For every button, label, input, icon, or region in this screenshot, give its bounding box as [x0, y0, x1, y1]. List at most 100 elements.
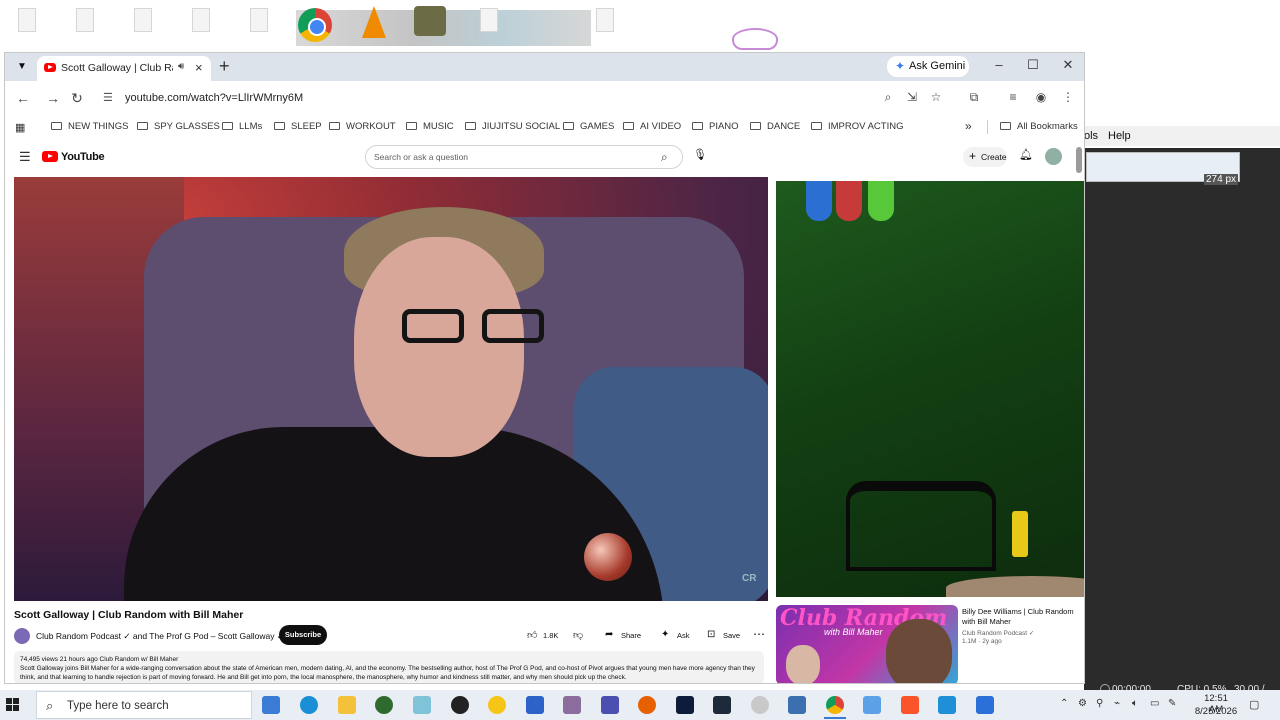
- close-window-icon[interactable]: ✕: [1058, 57, 1078, 73]
- edge-icon[interactable]: [300, 696, 318, 714]
- ask-button[interactable]: ✦ Ask: [661, 625, 695, 645]
- bookmark-folder[interactable]: PIANO: [692, 121, 739, 132]
- tab-youtube[interactable]: Scott Galloway | Club Rand 🔊︎ ×: [37, 56, 211, 81]
- tray-app-icon[interactable]: ⚙: [1078, 698, 1087, 709]
- windows-start-icon[interactable]: [6, 698, 20, 712]
- firefox-icon[interactable]: [638, 696, 656, 714]
- usb-icon[interactable]: ⌁: [1114, 698, 1120, 709]
- profile-icon[interactable]: ◉: [1033, 90, 1049, 104]
- desktop-file-icon[interactable]: [134, 8, 152, 32]
- app-icon[interactable]: [413, 696, 431, 714]
- app-icon[interactable]: [788, 696, 806, 714]
- desktop-file-icon[interactable]: [18, 8, 36, 32]
- forward-icon[interactable]: →: [45, 90, 61, 106]
- apps-grid-icon[interactable]: ▦: [15, 121, 25, 134]
- bookmark-folder[interactable]: SLEEP: [274, 121, 322, 132]
- minimize-icon[interactable]: –: [989, 57, 1009, 72]
- video-player[interactable]: CR: [14, 177, 768, 601]
- app-icon[interactable]: [488, 696, 506, 714]
- maximize-icon[interactable]: ☐: [1023, 57, 1043, 73]
- desktop-file-icon[interactable]: [596, 8, 614, 32]
- task-view-icon[interactable]: [262, 696, 280, 714]
- bookmark-folder[interactable]: NEW THINGS: [51, 121, 129, 132]
- search-input[interactable]: Search or ask a question: [374, 152, 468, 162]
- media-controls-icon[interactable]: ≡: [1005, 90, 1021, 104]
- app-icon[interactable]: [601, 696, 619, 714]
- ask-gemini-button[interactable]: ✦ Ask Gemini: [887, 56, 969, 77]
- bookmarks-overflow-icon[interactable]: »: [965, 119, 972, 133]
- notifications-icon[interactable]: ▢: [1249, 698, 1259, 711]
- youtube-logo-icon[interactable]: [42, 151, 58, 162]
- vlc-shortcut-icon[interactable]: [362, 6, 386, 38]
- chrome-icon[interactable]: [826, 696, 844, 714]
- youtube-search-box[interactable]: Search or ask a question ⌕: [365, 145, 683, 169]
- taskbar-search-input[interactable]: Type here to search: [67, 700, 169, 712]
- account-avatar[interactable]: [1045, 148, 1062, 165]
- bookmark-folder[interactable]: LLMs: [222, 121, 262, 132]
- davinci-resolve-icon[interactable]: [713, 696, 731, 714]
- desktop-file-icon[interactable]: [250, 8, 268, 32]
- save-button[interactable]: ⊡ Save: [707, 625, 747, 645]
- display-icon[interactable]: ▭: [1150, 698, 1159, 709]
- bookmark-folder[interactable]: SPY GLASSES: [137, 121, 220, 132]
- app-icon[interactable]: [938, 696, 956, 714]
- all-bookmarks[interactable]: All Bookmarks: [1000, 121, 1078, 132]
- clock-date[interactable]: 8/25/2026: [1192, 706, 1240, 717]
- new-tab-button[interactable]: +: [219, 56, 230, 77]
- app-icon[interactable]: [863, 696, 881, 714]
- app-icon[interactable]: [976, 696, 994, 714]
- tray-overflow-icon[interactable]: ⌃: [1060, 698, 1068, 709]
- reload-icon[interactable]: ↻: [69, 90, 85, 107]
- desktop-file-icon[interactable]: [192, 8, 210, 32]
- bookmark-folder[interactable]: IMPROV ACTING: [811, 121, 903, 132]
- install-app-icon[interactable]: ⇲: [904, 90, 920, 104]
- tab-search-chevron-icon[interactable]: ▼: [14, 59, 30, 75]
- volume-icon[interactable]: 🔈︎: [1132, 698, 1138, 709]
- file-explorer-icon[interactable]: [338, 696, 356, 714]
- address-bar[interactable]: youtube.com/watch?v=LlIrWMrny6M: [125, 92, 303, 104]
- chrome-shortcut-icon[interactable]: [298, 8, 332, 42]
- taskbar-search-box[interactable]: ⌕ Type here to search: [36, 691, 252, 719]
- zoom-icon[interactable]: ⌕: [880, 90, 896, 105]
- desktop-file-icon[interactable]: [480, 8, 498, 32]
- bookmark-folder[interactable]: GAMES: [563, 121, 614, 132]
- docs-icon[interactable]: [526, 696, 544, 714]
- back-icon[interactable]: ←: [15, 90, 31, 106]
- recommended-title[interactable]: Billy Dee Williams | Club Random with Bi…: [962, 607, 1074, 627]
- app-icon[interactable]: [451, 696, 469, 714]
- search-icon[interactable]: ⌕: [661, 150, 668, 165]
- app-icon[interactable]: [563, 696, 581, 714]
- channel-avatar[interactable]: [14, 628, 30, 644]
- video-description[interactable]: 74,495 views 21 hours ago Club Random w/…: [14, 651, 764, 683]
- menu-kebab-icon[interactable]: ⋮: [1060, 90, 1076, 104]
- recommended-channel[interactable]: Club Random Podcast ✓: [962, 629, 1034, 637]
- pen-icon[interactable]: ✎: [1168, 698, 1176, 709]
- tab-close-icon[interactable]: ×: [195, 60, 203, 75]
- share-button[interactable]: ➦ Share: [605, 625, 649, 645]
- create-button[interactable]: + Create: [963, 147, 1007, 167]
- extensions-icon[interactable]: ⧉: [966, 90, 982, 105]
- brave-icon[interactable]: [901, 696, 919, 714]
- bookmark-folder[interactable]: WORKOUT: [329, 121, 396, 132]
- app-icon[interactable]: [375, 696, 393, 714]
- notifications-bell-icon[interactable]: 🔔︎: [1019, 148, 1033, 161]
- microphone-icon[interactable]: 🎙︎: [693, 148, 707, 161]
- more-actions-icon[interactable]: ⋯: [753, 627, 765, 641]
- like-button[interactable]: 👍︎ 1.8K: [527, 625, 567, 645]
- photoshop-icon[interactable]: [676, 696, 694, 714]
- bookmark-folder[interactable]: MUSIC: [406, 121, 454, 132]
- bookmark-star-icon[interactable]: ☆: [928, 90, 944, 104]
- scrollbar-thumb[interactable]: [1076, 147, 1082, 173]
- recommended-thumbnail[interactable]: Club Random with Bill Maher: [776, 605, 958, 683]
- youtube-wordmark[interactable]: YouTube: [61, 151, 105, 163]
- tab-audio-icon[interactable]: 🔊︎: [178, 61, 184, 72]
- app-icon[interactable]: [751, 696, 769, 714]
- site-info-icon[interactable]: ☰: [103, 91, 113, 104]
- network-icon[interactable]: ⚲: [1096, 698, 1103, 709]
- page-scrollbar[interactable]: [1075, 141, 1083, 681]
- dislike-button[interactable]: 👎︎: [573, 625, 589, 645]
- channel-name[interactable]: Club Random Podcast ✓ and The Prof G Pod…: [36, 631, 284, 642]
- bookmark-folder[interactable]: JIUJITSU SOCIAL: [465, 121, 560, 132]
- subscribe-button[interactable]: Subscribe: [279, 625, 327, 645]
- menu-tools[interactable]: ols: [1084, 130, 1098, 142]
